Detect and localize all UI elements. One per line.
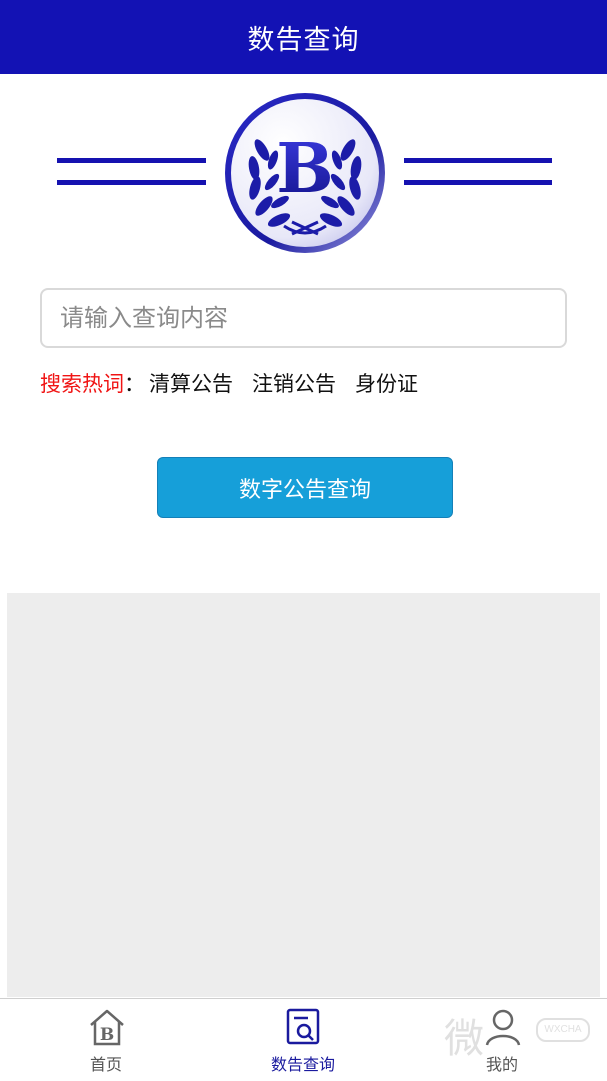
hot-search-label: 搜索热词 — [40, 372, 124, 396]
page-title: 数告查询 — [247, 24, 360, 56]
brand-logo: B — [225, 93, 385, 253]
hot-search-item[interactable]: 注销公告 — [252, 368, 336, 398]
search-input[interactable] — [40, 288, 567, 348]
header-bar: 数告查询 — [0, 0, 607, 74]
bottom-tab-bar: B 首页 数告查询 我的 — [0, 998, 607, 1081]
tab-notice-query[interactable]: 数告查询 — [243, 999, 363, 1081]
logo-right-line-bottom — [404, 180, 552, 185]
hot-search-row: 搜索热词 ： 清算公告 注销公告 身份证 — [40, 366, 437, 400]
query-button[interactable]: 数字公告查询 — [157, 457, 453, 518]
tab-notice-query-label: 数告查询 — [270, 1055, 335, 1074]
query-button-label: 数字公告查询 — [238, 477, 371, 503]
hot-search-item[interactable]: 身份证 — [355, 368, 418, 398]
svg-text:B: B — [100, 1025, 114, 1045]
user-icon — [485, 1009, 521, 1046]
logo-letter: B — [276, 129, 333, 209]
hot-search-colon: ： — [124, 372, 145, 396]
content-panel — [7, 593, 600, 997]
hot-search-item[interactable]: 清算公告 — [149, 368, 233, 398]
logo-left-line-top — [57, 158, 206, 163]
search-doc-icon — [286, 1008, 320, 1045]
logo-right-line-top — [404, 158, 552, 163]
home-b-icon: B — [90, 1009, 124, 1046]
tab-mine[interactable]: 我的 — [442, 999, 562, 1081]
logo-left-line-bottom — [57, 180, 206, 185]
tab-mine-label: 我的 — [485, 1055, 518, 1074]
tab-home[interactable]: B 首页 — [46, 999, 166, 1081]
tab-home-label: 首页 — [89, 1055, 122, 1074]
